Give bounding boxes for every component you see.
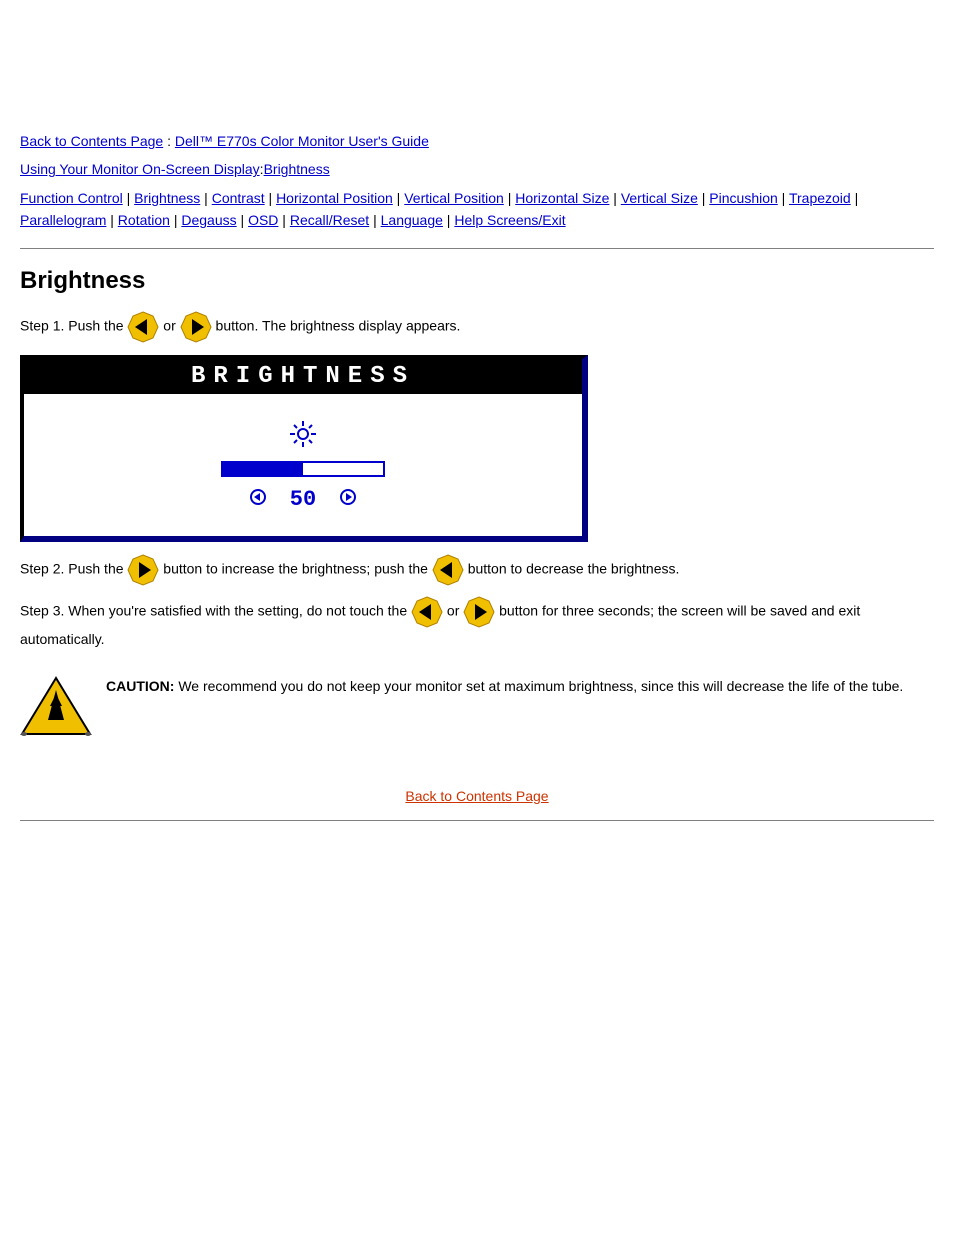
step3-mid: or bbox=[447, 602, 463, 618]
step1-mid: or bbox=[163, 317, 179, 333]
breadcrumb-sub-parent[interactable]: Using Your Monitor On-Screen Display bbox=[20, 161, 260, 177]
nav-link[interactable]: Language bbox=[381, 212, 443, 228]
breadcrumb-sep: : bbox=[163, 133, 175, 149]
nav-link[interactable]: Help Screens/Exit bbox=[454, 212, 565, 228]
nav-link[interactable]: Pincushion bbox=[709, 190, 778, 206]
nav-link[interactable]: Vertical Size bbox=[621, 190, 698, 206]
caution-block: CAUTION: We recommend you do not keep yo… bbox=[20, 676, 934, 738]
nav-sep: | bbox=[200, 190, 211, 206]
nav-link[interactable]: Degauss bbox=[181, 212, 236, 228]
nav-sep: | bbox=[393, 190, 404, 206]
caution-body: We recommend you do not keep your monito… bbox=[174, 678, 903, 694]
nav-sep: | bbox=[170, 212, 181, 228]
osd-panel: BRIGHTNESS 50 bbox=[20, 355, 588, 542]
osd-body: 50 bbox=[24, 394, 582, 536]
nav-sep: | bbox=[698, 190, 709, 206]
nav-sep: | bbox=[123, 190, 134, 206]
nav-link[interactable]: Recall/Reset bbox=[290, 212, 369, 228]
divider-top bbox=[20, 248, 934, 249]
left-arrow-button-icon bbox=[127, 311, 159, 343]
nav-link[interactable]: Brightness bbox=[134, 190, 200, 206]
nav-link[interactable]: Horizontal Size bbox=[515, 190, 609, 206]
caution-label: CAUTION: bbox=[106, 678, 174, 694]
osd-right-arrow-icon bbox=[340, 487, 356, 512]
nav-link[interactable]: Parallelogram bbox=[20, 212, 106, 228]
step2-prefix: Step 2. Push the bbox=[20, 560, 127, 576]
nav-sep: | bbox=[851, 190, 859, 206]
nav-link[interactable]: Horizontal Position bbox=[276, 190, 393, 206]
nav-link[interactable]: Trapezoid bbox=[789, 190, 851, 206]
nav-link[interactable]: OSD bbox=[248, 212, 278, 228]
osd-value-row: 50 bbox=[250, 487, 356, 512]
nav-sep: | bbox=[778, 190, 789, 206]
nav-sep: | bbox=[265, 190, 276, 206]
nav-sep: | bbox=[369, 212, 380, 228]
section-title: Brightness bbox=[20, 267, 934, 295]
breadcrumb-parent-link[interactable]: Back to Contents Page bbox=[20, 133, 163, 149]
nav-link[interactable]: Rotation bbox=[118, 212, 170, 228]
step1-suffix: button. The brightness display appears. bbox=[216, 317, 461, 333]
right-arrow-button-icon bbox=[127, 554, 159, 586]
nav-link[interactable]: Contrast bbox=[212, 190, 265, 206]
osd-left-arrow-icon bbox=[250, 487, 266, 512]
back-to-contents-link[interactable]: Back to Contents Page bbox=[405, 788, 548, 804]
right-arrow-button-icon bbox=[180, 311, 212, 343]
osd-progress-bar bbox=[221, 461, 385, 477]
nav-sep: | bbox=[106, 212, 117, 228]
nav-links: Function Control | Brightness | Contrast… bbox=[20, 187, 934, 232]
nav-sep: | bbox=[609, 190, 620, 206]
step2-mid: button to increase the brightness; push … bbox=[163, 560, 432, 576]
left-arrow-button-icon bbox=[411, 596, 443, 628]
nav-link[interactable]: Function Control bbox=[20, 190, 123, 206]
step1-prefix: Step 1. Push the bbox=[20, 317, 127, 333]
right-arrow-button-icon bbox=[463, 596, 495, 628]
caution-triangle-icon bbox=[20, 676, 92, 738]
osd-value: 50 bbox=[290, 487, 316, 512]
brightness-sun-icon bbox=[289, 420, 317, 451]
step2-suffix: button to decrease the brightness. bbox=[468, 560, 680, 576]
nav-sep: | bbox=[278, 212, 289, 228]
breadcrumb: Back to Contents Page : Dell™ E770s Colo… bbox=[20, 130, 934, 152]
step-1: Step 1. Push the or button. The brightne… bbox=[20, 311, 934, 343]
step-3: Step 3. When you're satisfied with the s… bbox=[20, 596, 934, 650]
caution-text: CAUTION: We recommend you do not keep yo… bbox=[106, 676, 903, 699]
nav-sep: | bbox=[504, 190, 515, 206]
step-2: Step 2. Push the button to increase the … bbox=[20, 554, 934, 586]
breadcrumb-sub: Using Your Monitor On-Screen Display:Bri… bbox=[20, 158, 934, 180]
breadcrumb-sub-current[interactable]: Brightness bbox=[264, 161, 330, 177]
osd-progress-fill bbox=[223, 463, 303, 475]
breadcrumb-current-link[interactable]: Dell™ E770s Color Monitor User's Guide bbox=[175, 133, 429, 149]
divider-bottom bbox=[20, 820, 934, 821]
left-arrow-button-icon bbox=[432, 554, 464, 586]
nav-link[interactable]: Vertical Position bbox=[404, 190, 504, 206]
nav-sep: | bbox=[237, 212, 248, 228]
back-to-contents-bottom: Back to Contents Page bbox=[20, 788, 934, 804]
nav-sep: | bbox=[443, 212, 454, 228]
osd-title: BRIGHTNESS bbox=[24, 359, 582, 394]
step3-a: Step 3. When you're satisfied with the s… bbox=[20, 602, 411, 618]
